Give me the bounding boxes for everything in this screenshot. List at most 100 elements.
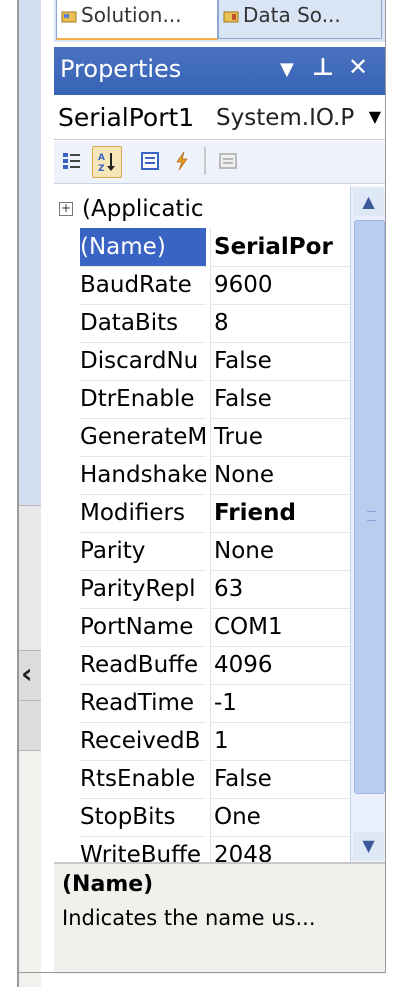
row-gutter bbox=[54, 456, 74, 494]
row-gutter bbox=[54, 760, 74, 798]
property-row[interactable]: Modifiers Friend bbox=[54, 494, 352, 533]
property-value[interactable]: -1 bbox=[210, 684, 352, 723]
description-pane: (Name) Indicates the name us... bbox=[54, 862, 385, 974]
property-name[interactable]: ReadTime bbox=[80, 684, 206, 723]
property-value[interactable]: 9600 bbox=[210, 266, 352, 305]
properties-toolbar: A Z bbox=[54, 141, 385, 184]
row-gutter bbox=[54, 418, 74, 456]
property-row[interactable]: RtsEnable False bbox=[54, 760, 352, 799]
events-icon bbox=[176, 151, 188, 171]
chevron-left-icon[interactable]: ‹ bbox=[21, 660, 33, 688]
row-gutter bbox=[54, 798, 74, 836]
property-value[interactable]: 1 bbox=[210, 722, 352, 761]
scroll-grip-icon bbox=[367, 511, 376, 521]
property-value[interactable]: 2048 bbox=[210, 836, 352, 862]
property-row[interactable]: ReceivedB 1 bbox=[54, 722, 352, 761]
category-row[interactable]: + (Applicatic bbox=[54, 190, 350, 228]
property-name[interactable]: WriteBuffe bbox=[80, 836, 206, 862]
property-row[interactable]: BaudRate 9600 bbox=[54, 266, 352, 305]
property-value[interactable]: False bbox=[210, 380, 352, 419]
property-name[interactable]: Handshake bbox=[80, 456, 206, 495]
property-value[interactable]: True bbox=[210, 418, 352, 457]
row-gutter bbox=[54, 532, 74, 570]
object-type: System.IO.P bbox=[216, 105, 355, 131]
expand-plus-icon[interactable]: + bbox=[59, 202, 73, 216]
left-edge-strip bbox=[0, 0, 19, 987]
vertical-scrollbar[interactable]: ▲ ▼ bbox=[350, 186, 385, 862]
property-name[interactable]: RtsEnable bbox=[80, 760, 206, 799]
property-value[interactable]: COM1 bbox=[210, 608, 352, 647]
tool-window-tabs: Solution... Data So... bbox=[54, 0, 385, 42]
property-name[interactable]: StopBits bbox=[80, 798, 206, 837]
property-pages-button[interactable] bbox=[214, 146, 242, 176]
properties-title-bar: Properties ▼ ⊥ ✕ bbox=[54, 47, 385, 95]
alphabetical-button[interactable]: A Z bbox=[92, 146, 122, 178]
window-position-dropdown-icon[interactable]: ▼ bbox=[280, 59, 294, 80]
right-edge-strip bbox=[386, 0, 398, 987]
property-name[interactable]: (Name) bbox=[80, 228, 206, 267]
property-row[interactable]: ParityRepl 63 bbox=[54, 570, 352, 609]
property-name[interactable]: DiscardNu bbox=[80, 342, 206, 381]
property-value[interactable]: 63 bbox=[210, 570, 352, 609]
row-gutter bbox=[54, 228, 74, 266]
property-name[interactable]: Parity bbox=[80, 532, 206, 571]
close-icon[interactable]: ✕ bbox=[348, 53, 368, 81]
events-button[interactable] bbox=[168, 146, 196, 176]
property-name[interactable]: Modifiers bbox=[80, 494, 206, 533]
property-row[interactable]: (Name) SerialPor bbox=[54, 228, 352, 267]
property-row[interactable]: DtrEnable False bbox=[54, 380, 352, 419]
data-sources-icon bbox=[223, 11, 239, 22]
property-name[interactable]: PortName bbox=[80, 608, 206, 647]
chevron-down-icon[interactable]: ▼ bbox=[369, 107, 381, 126]
scroll-up-icon[interactable]: ▲ bbox=[353, 188, 384, 216]
row-gutter bbox=[54, 304, 74, 342]
auto-hide-pin-icon[interactable]: ⊥ bbox=[312, 53, 334, 81]
property-name[interactable]: ParityRepl bbox=[80, 570, 206, 609]
property-value[interactable]: SerialPor bbox=[210, 228, 352, 267]
categorized-button[interactable] bbox=[58, 146, 86, 176]
property-row[interactable]: Parity None bbox=[54, 532, 352, 571]
object-selector[interactable]: SerialPort1 System.IO.P ▼ bbox=[54, 97, 385, 140]
properties-button[interactable] bbox=[136, 146, 164, 176]
property-row[interactable]: GenerateM True bbox=[54, 418, 352, 457]
property-row[interactable]: WriteBuffe 2048 bbox=[54, 836, 350, 862]
property-value[interactable]: Friend bbox=[210, 494, 352, 533]
property-name[interactable]: BaudRate bbox=[80, 266, 206, 305]
property-name[interactable]: DtrEnable bbox=[80, 380, 206, 419]
divider bbox=[19, 750, 41, 751]
row-gutter bbox=[54, 608, 74, 646]
bottom-border bbox=[19, 972, 386, 973]
property-row[interactable]: ReadBuffe 4096 bbox=[54, 646, 352, 685]
property-name[interactable]: DataBits bbox=[80, 304, 206, 343]
property-name[interactable]: GenerateM bbox=[80, 418, 206, 457]
scroll-down-icon[interactable]: ▼ bbox=[353, 832, 384, 860]
property-value[interactable]: False bbox=[210, 342, 352, 381]
divider bbox=[19, 650, 41, 651]
row-gutter bbox=[54, 684, 74, 722]
tab-data-sources[interactable]: Data So... bbox=[218, 0, 382, 39]
property-value[interactable]: 4096 bbox=[210, 646, 352, 685]
tab-solution-explorer[interactable]: Solution... bbox=[56, 0, 218, 40]
property-name[interactable]: ReadBuffe bbox=[80, 646, 206, 685]
property-row[interactable]: DiscardNu False bbox=[54, 342, 352, 381]
property-row[interactable]: ReadTime -1 bbox=[54, 684, 352, 723]
property-value[interactable]: None bbox=[210, 532, 352, 571]
row-gutter bbox=[54, 342, 74, 380]
row-gutter bbox=[54, 836, 74, 862]
row-gutter bbox=[54, 380, 74, 418]
property-value[interactable]: One bbox=[210, 798, 352, 837]
property-value[interactable]: False bbox=[210, 760, 352, 799]
property-row[interactable]: Handshake None bbox=[54, 456, 352, 495]
property-row[interactable]: StopBits One bbox=[54, 798, 352, 837]
side-pane-band bbox=[19, 505, 41, 650]
property-row[interactable]: PortName COM1 bbox=[54, 608, 352, 647]
divider bbox=[19, 700, 41, 701]
property-value[interactable]: 8 bbox=[210, 304, 352, 343]
categorized-icon bbox=[63, 153, 80, 169]
property-row[interactable]: DataBits 8 bbox=[54, 304, 352, 343]
collapsed-side-pane: ‹ bbox=[19, 0, 41, 987]
property-grid: + (Applicatic (Name) SerialPor BaudRate 960… bbox=[54, 186, 385, 862]
property-value[interactable]: None bbox=[210, 456, 352, 495]
scrollbar-thumb[interactable] bbox=[354, 220, 385, 794]
property-name[interactable]: ReceivedB bbox=[80, 722, 206, 761]
